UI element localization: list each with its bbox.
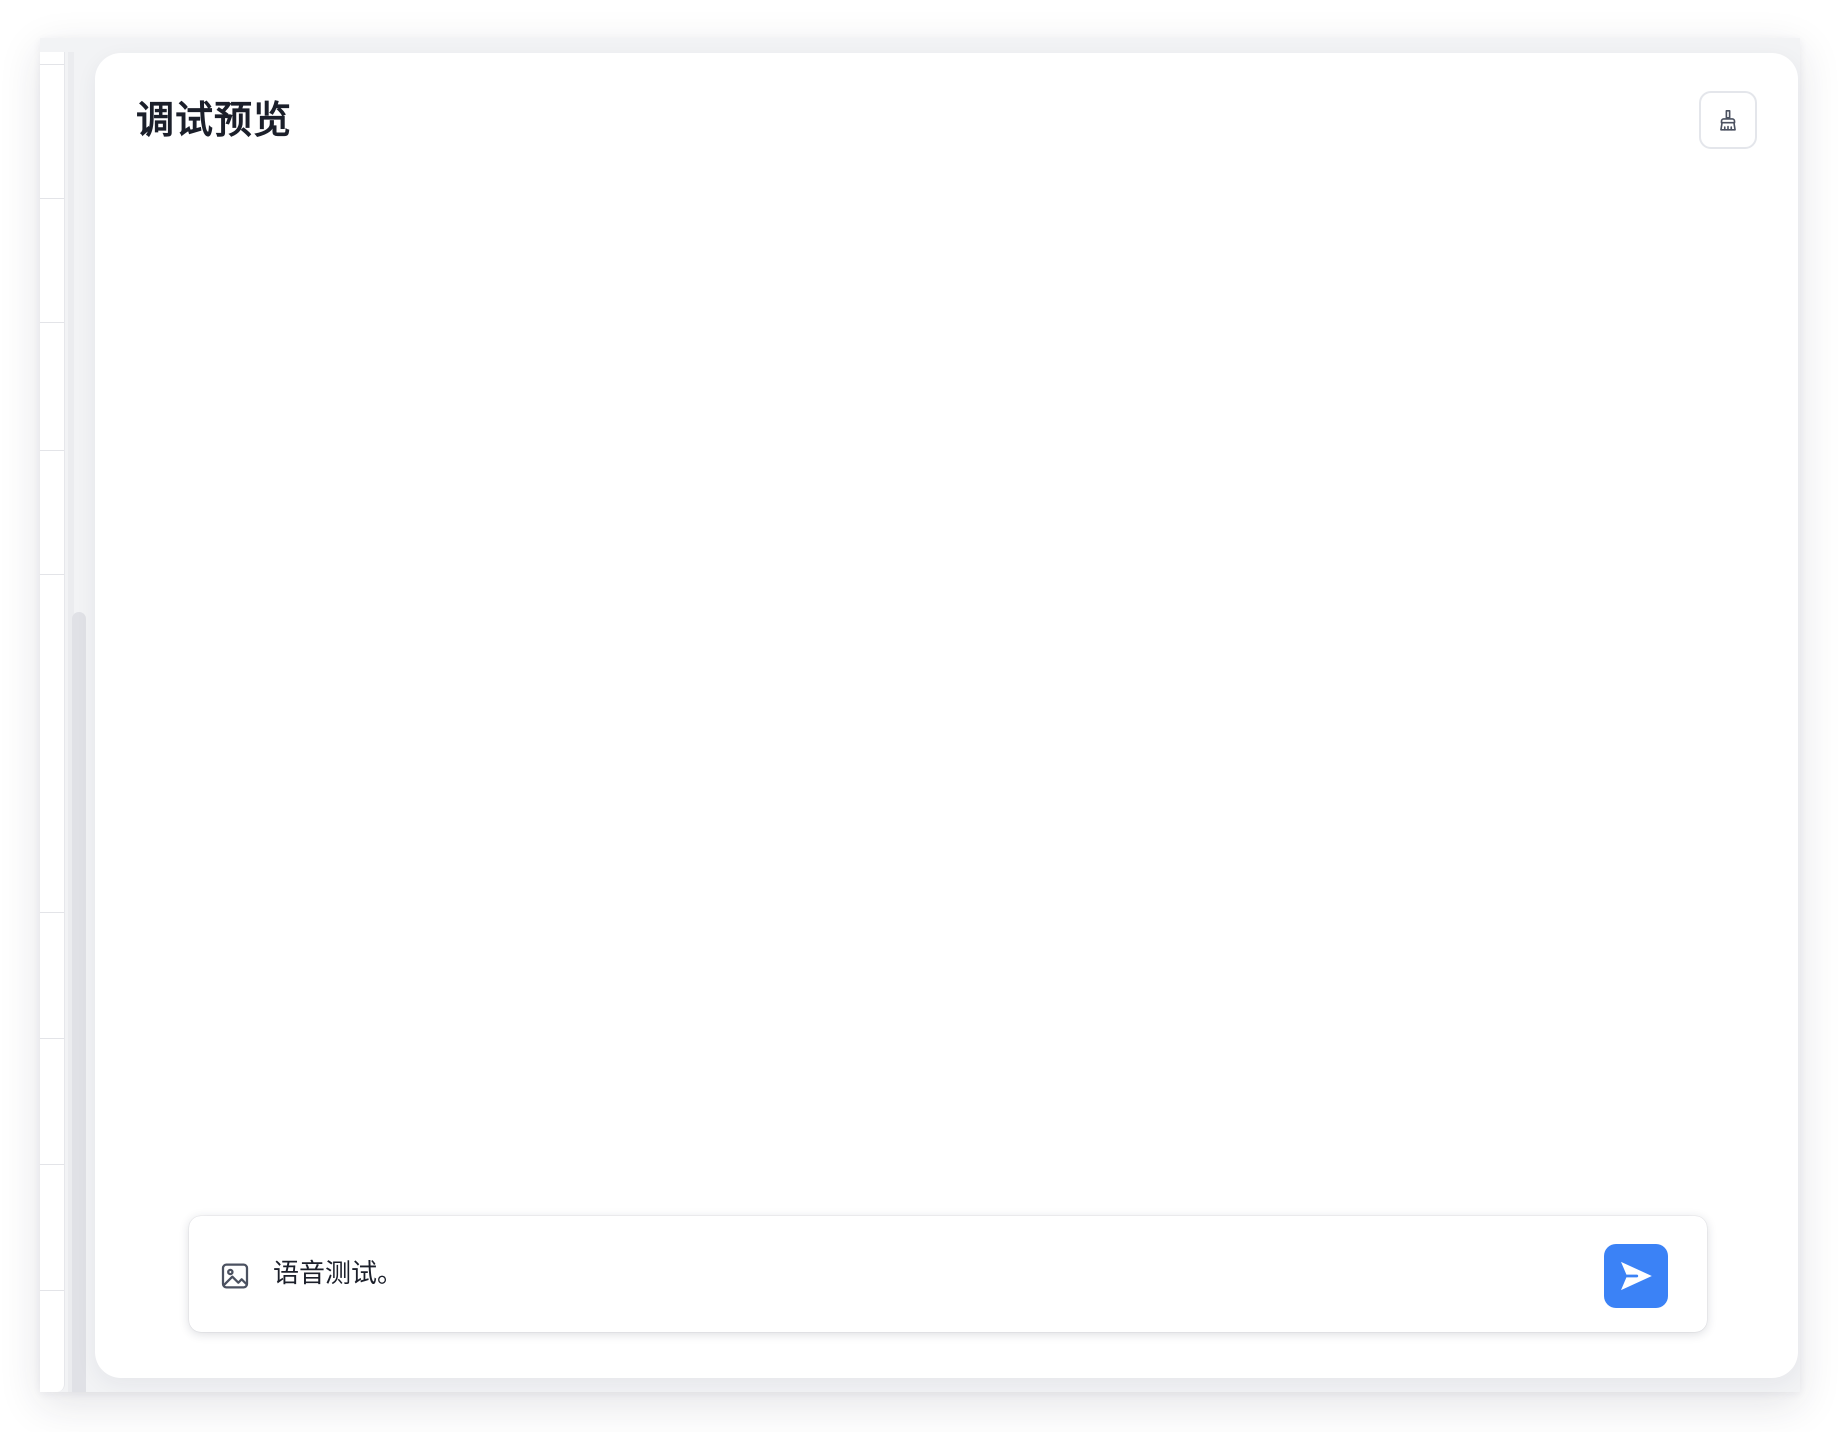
- chat-message-input[interactable]: [273, 1252, 1573, 1296]
- chat-message-area: [95, 193, 1798, 1213]
- background-divider: [40, 1164, 64, 1165]
- background-divider: [40, 1290, 64, 1291]
- send-button[interactable]: [1604, 1244, 1668, 1308]
- background-panel: [40, 52, 65, 1392]
- chat-input-bar: [189, 1216, 1707, 1332]
- background-divider: [40, 322, 64, 323]
- background-divider: [40, 198, 64, 199]
- clear-chat-button[interactable]: [1699, 91, 1757, 149]
- background-divider: [40, 450, 64, 451]
- image-icon: [221, 1263, 249, 1289]
- send-icon: [1621, 1261, 1652, 1291]
- upload-image-button[interactable]: [219, 1260, 251, 1292]
- debug-preview-panel: 调试预览: [95, 53, 1798, 1378]
- background-divider: [40, 64, 64, 65]
- background-scrollbar[interactable]: [72, 612, 86, 1392]
- broom-icon: [1720, 109, 1736, 131]
- modal-backdrop: 调试预览: [40, 38, 1800, 1392]
- background-divider: [40, 1038, 64, 1039]
- panel-title: 调试预览: [136, 98, 293, 142]
- background-divider: [40, 574, 64, 575]
- background-divider: [40, 912, 64, 913]
